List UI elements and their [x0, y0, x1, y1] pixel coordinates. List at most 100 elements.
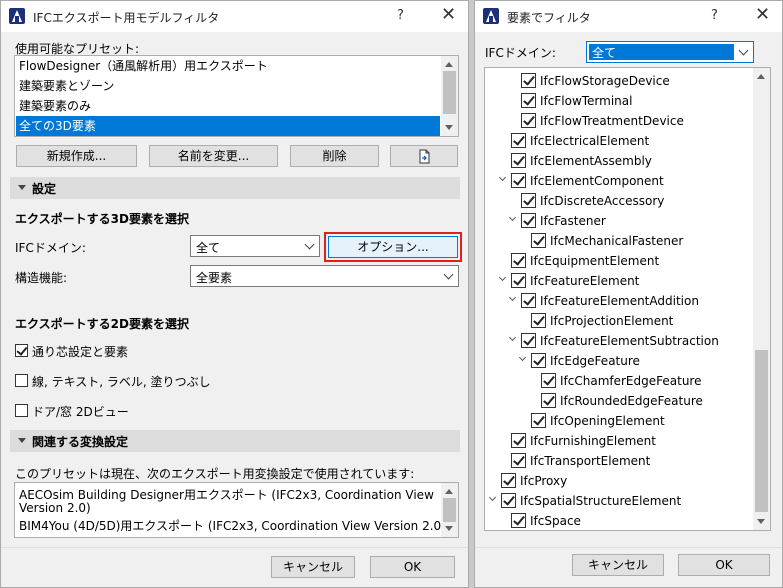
options-button[interactable]: オプション...: [328, 236, 458, 258]
related-translators-list[interactable]: AECOsim Building Designer用エクスポート (IFC2x3…: [14, 482, 459, 538]
grid-elements-checkbox-row[interactable]: 通り芯設定と要素: [15, 343, 315, 359]
tree-item[interactable]: IfcEquipmentElement: [485, 251, 753, 271]
tree-item[interactable]: IfcMechanicalFastener: [485, 231, 753, 251]
tree-item[interactable]: IfcSpatialStructureElement: [485, 491, 753, 511]
tree-item[interactable]: IfcChamferEdgeFeature: [485, 371, 753, 391]
tree-item-checkbox[interactable]: [521, 193, 536, 208]
tree-item[interactable]: IfcProxy: [485, 471, 753, 491]
tree-item[interactable]: IfcElementComponent: [485, 171, 753, 191]
scroll-up-icon[interactable]: [757, 74, 765, 79]
tree-item-checkbox[interactable]: [531, 233, 546, 248]
ok-button[interactable]: OK: [678, 554, 770, 576]
scroll-down-icon[interactable]: [445, 125, 453, 130]
structural-function-select[interactable]: 全要素: [190, 265, 459, 287]
help-icon[interactable]: ?: [397, 8, 404, 23]
preset-item[interactable]: FlowDesigner（通風解析用）用エクスポート: [16, 56, 440, 76]
preset-list[interactable]: FlowDesigner（通風解析用）用エクスポート 建築要素とゾーン 建築要素…: [14, 55, 459, 137]
scroll-down-icon[interactable]: [757, 519, 765, 524]
preset-list-scrollbar[interactable]: [441, 56, 458, 136]
tree-item[interactable]: IfcProjectionElement: [485, 311, 753, 331]
tree-item[interactable]: IfcEdgeFeature: [485, 351, 753, 371]
cancel-button[interactable]: キャンセル: [271, 556, 355, 578]
tree-item-checkbox[interactable]: [531, 353, 546, 368]
tree-item[interactable]: IfcOpeningElement: [485, 411, 753, 431]
tree-item-checkbox[interactable]: [541, 373, 556, 388]
door-window-2d-checkbox[interactable]: [15, 404, 28, 417]
tree-item-checkbox[interactable]: [521, 333, 536, 348]
tree-item[interactable]: IfcFeatureElementSubtraction: [485, 331, 753, 351]
tree-item-checkbox[interactable]: [511, 453, 526, 468]
ifc-domain-select[interactable]: 全て: [190, 235, 320, 257]
cancel-button[interactable]: キャンセル: [572, 554, 664, 576]
door-window-2d-checkbox-row[interactable]: ドア/窓 2Dビュー: [15, 403, 315, 419]
tree-item[interactable]: IfcTransportElement: [485, 451, 753, 471]
tree-item[interactable]: IfcFurnishingElement: [485, 431, 753, 451]
tree-item[interactable]: IfcFlowTreatmentDevice: [485, 111, 753, 131]
close-icon[interactable]: ✕: [755, 5, 770, 25]
expand-chevron-icon[interactable]: [508, 213, 517, 222]
tree-item[interactable]: IfcFlowTerminal: [485, 91, 753, 111]
settings-section-header[interactable]: 設定: [10, 177, 460, 199]
expand-chevron-icon[interactable]: [488, 493, 497, 502]
tree-item[interactable]: IfcElementAssembly: [485, 151, 753, 171]
preset-item-selected[interactable]: 全ての3D要素: [16, 116, 440, 136]
scroll-thumb[interactable]: [443, 498, 456, 522]
tree-item-checkbox[interactable]: [511, 133, 526, 148]
expand-chevron-icon[interactable]: [508, 293, 517, 302]
tree-item[interactable]: IfcFastener: [485, 211, 753, 231]
tree-item-checkbox[interactable]: [511, 173, 526, 188]
tree-item-checkbox[interactable]: [521, 293, 536, 308]
element-tree[interactable]: IfcFlowStorageDevice IfcFlowTerminal IfcFl…: [484, 67, 771, 531]
tree-item-label: IfcFeatureElement: [530, 274, 640, 288]
delete-preset-button[interactable]: 削除: [290, 145, 379, 167]
tree-item[interactable]: IfcRoundedEdgeFeature: [485, 391, 753, 411]
scroll-up-icon[interactable]: [445, 489, 453, 494]
related-settings-section-header[interactable]: 関連する変換設定: [10, 430, 460, 452]
tree-item-checkbox[interactable]: [511, 513, 526, 528]
tree-item[interactable]: IfcSpace: [485, 511, 753, 530]
scroll-down-icon[interactable]: [445, 526, 453, 531]
scroll-thumb[interactable]: [755, 350, 768, 512]
tree-scrollbar[interactable]: [753, 68, 770, 530]
tree-item-checkbox[interactable]: [541, 393, 556, 408]
tree-item-checkbox[interactable]: [521, 93, 536, 108]
tree-item-checkbox[interactable]: [511, 253, 526, 268]
tree-item-checkbox[interactable]: [531, 313, 546, 328]
rename-preset-button[interactable]: 名前を変更...: [149, 145, 278, 167]
expand-chevron-icon[interactable]: [508, 333, 517, 342]
tree-item-checkbox[interactable]: [511, 273, 526, 288]
expand-chevron-icon[interactable]: [498, 273, 507, 282]
tree-item-checkbox[interactable]: [521, 113, 536, 128]
lines-text-checkbox-row[interactable]: 線, テキスト, ラベル, 塗りつぶし: [15, 373, 315, 389]
close-icon[interactable]: ✕: [441, 5, 456, 25]
ok-button[interactable]: OK: [370, 556, 455, 578]
tree-item-checkbox[interactable]: [531, 413, 546, 428]
new-preset-button[interactable]: 新規作成...: [16, 145, 137, 167]
expand-chevron-icon[interactable]: [518, 353, 527, 362]
tree-item[interactable]: IfcFlowStorageDevice: [485, 71, 753, 91]
export-preset-button[interactable]: [390, 145, 458, 167]
tree-item-checkbox[interactable]: [521, 73, 536, 88]
scroll-thumb[interactable]: [443, 71, 456, 114]
tree-item-checkbox[interactable]: [501, 493, 516, 508]
preset-item[interactable]: 建築要素とゾーン: [16, 76, 440, 96]
tree-item-label: IfcChamferEdgeFeature: [560, 374, 702, 388]
grid-elements-checkbox[interactable]: [15, 344, 28, 357]
tree-item[interactable]: IfcFeatureElementAddition: [485, 291, 753, 311]
related-list-scrollbar[interactable]: [441, 483, 458, 537]
tree-item[interactable]: IfcElectricalElement: [485, 131, 753, 151]
help-icon[interactable]: ?: [711, 8, 718, 23]
lines-text-checkbox[interactable]: [15, 374, 28, 387]
tree-item-checkbox[interactable]: [501, 473, 516, 488]
preset-item[interactable]: 建築要素のみ: [16, 96, 440, 116]
expand-chevron-icon[interactable]: [498, 173, 507, 182]
tree-item-checkbox[interactable]: [521, 213, 536, 228]
scroll-up-icon[interactable]: [445, 62, 453, 67]
tree-item-checkbox[interactable]: [511, 153, 526, 168]
tree-item[interactable]: IfcFeatureElement: [485, 271, 753, 291]
tree-item-checkbox[interactable]: [511, 433, 526, 448]
tree-item[interactable]: IfcDiscreteAccessory: [485, 191, 753, 211]
collapse-triangle-icon[interactable]: [18, 438, 26, 443]
ifc-domain-select[interactable]: 全て: [586, 41, 754, 63]
collapse-triangle-icon[interactable]: [18, 185, 26, 190]
